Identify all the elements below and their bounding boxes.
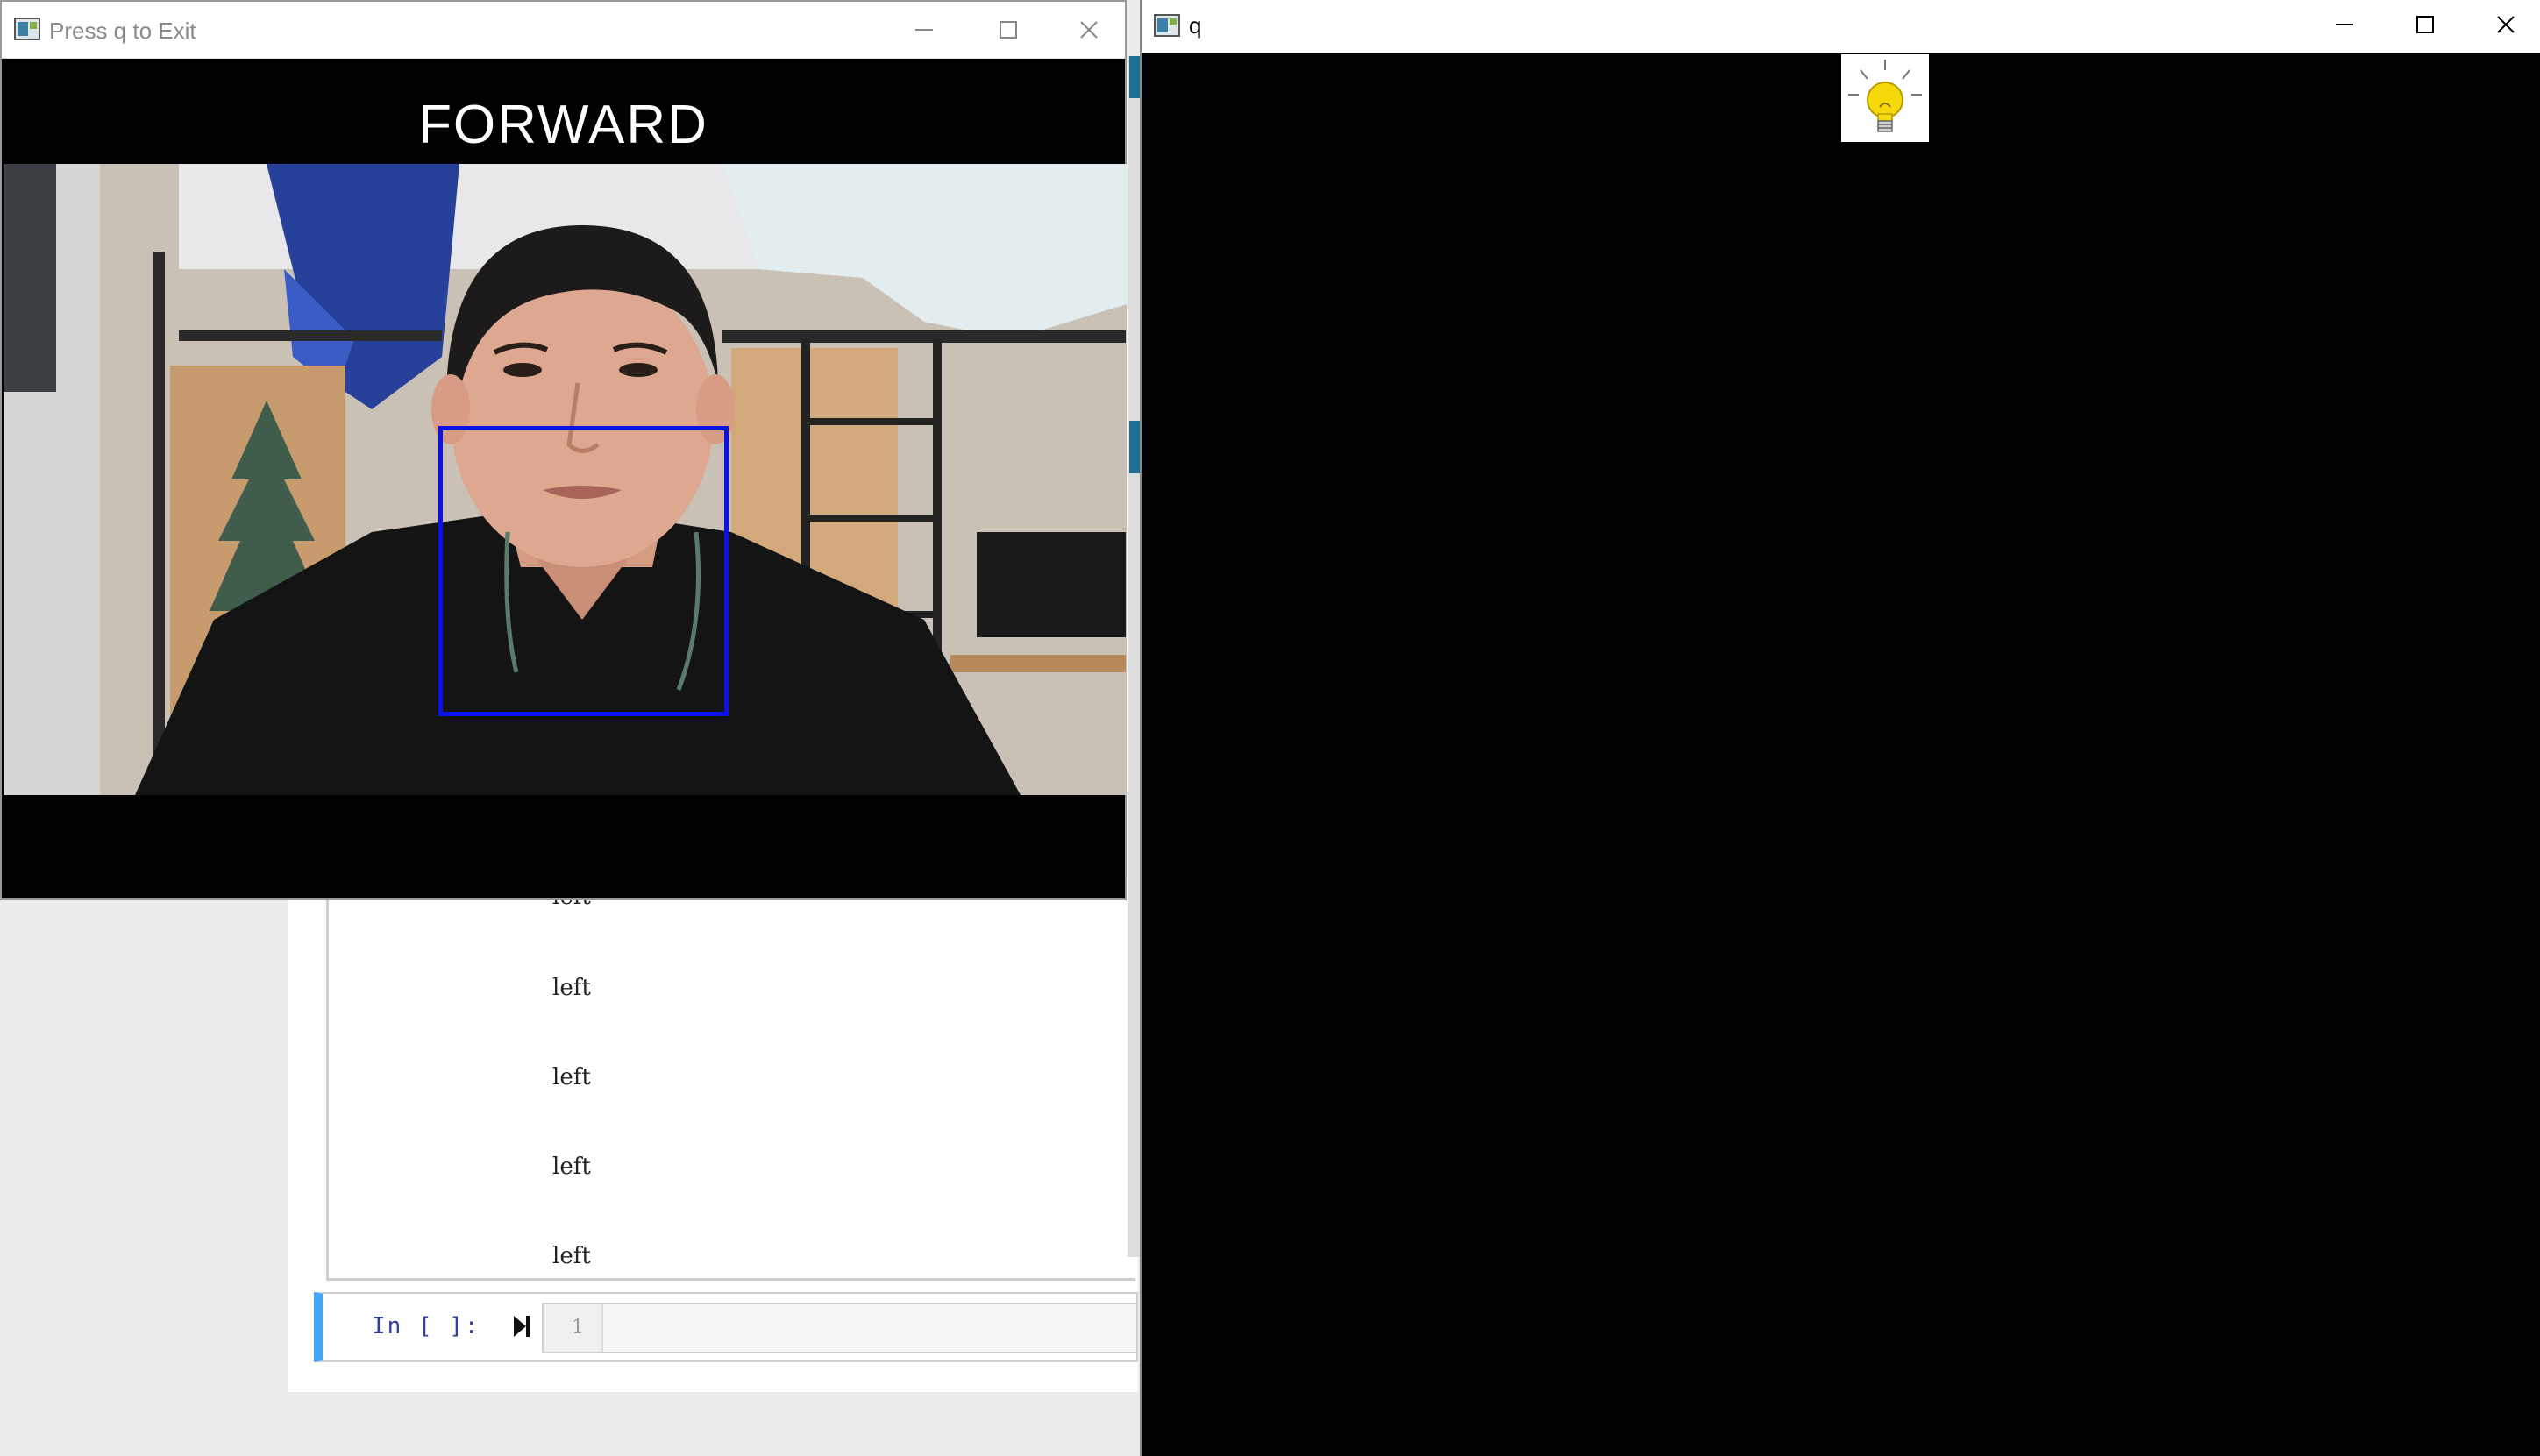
app-window-icon <box>1154 14 1180 37</box>
output-line: left <box>552 1243 591 1269</box>
output-line: left <box>552 1064 591 1090</box>
close-button[interactable] <box>1063 12 1115 47</box>
camera-window: Press q to Exit FORWARD <box>0 0 1127 900</box>
run-cell-icon[interactable] <box>512 1313 531 1339</box>
maximize-button[interactable] <box>2399 7 2451 42</box>
minimize-icon <box>2336 24 2353 25</box>
window-title: Press q to Exit <box>49 18 196 44</box>
output-line: left <box>552 1154 591 1180</box>
q-window: q <box>1140 0 2540 1456</box>
q-window-titlebar[interactable]: q <box>1142 0 2540 53</box>
notebook-scrollbar[interactable] <box>1128 56 1140 1257</box>
close-icon <box>2497 16 2515 33</box>
scroll-thumb[interactable] <box>1129 421 1140 473</box>
maximize-button[interactable] <box>982 12 1035 47</box>
window-title: q <box>1189 12 1202 39</box>
face-detection-box <box>438 426 729 716</box>
scroll-marker <box>1129 56 1140 98</box>
camera-window-titlebar[interactable]: Press q to Exit <box>2 2 1125 59</box>
webcam-frame <box>4 164 1127 795</box>
close-icon <box>1080 21 1098 39</box>
line-number: 1 <box>572 1317 584 1339</box>
cell-prompt: In [ ]: <box>372 1313 480 1339</box>
output-line: left <box>552 975 591 1001</box>
app-window-icon <box>14 18 40 40</box>
maximize-icon <box>2416 16 2434 33</box>
minimize-button[interactable] <box>2318 7 2371 42</box>
close-button[interactable] <box>2480 7 2532 42</box>
cell-output-area <box>326 877 1135 1281</box>
lightbulb-tile <box>1841 54 1929 142</box>
lightbulb-icon <box>1848 60 1922 132</box>
maximize-icon <box>1000 21 1017 39</box>
direction-label: FORWARD <box>418 95 708 155</box>
code-editor[interactable] <box>542 1303 1138 1353</box>
minimize-icon <box>915 29 933 31</box>
minimize-button[interactable] <box>898 12 950 47</box>
